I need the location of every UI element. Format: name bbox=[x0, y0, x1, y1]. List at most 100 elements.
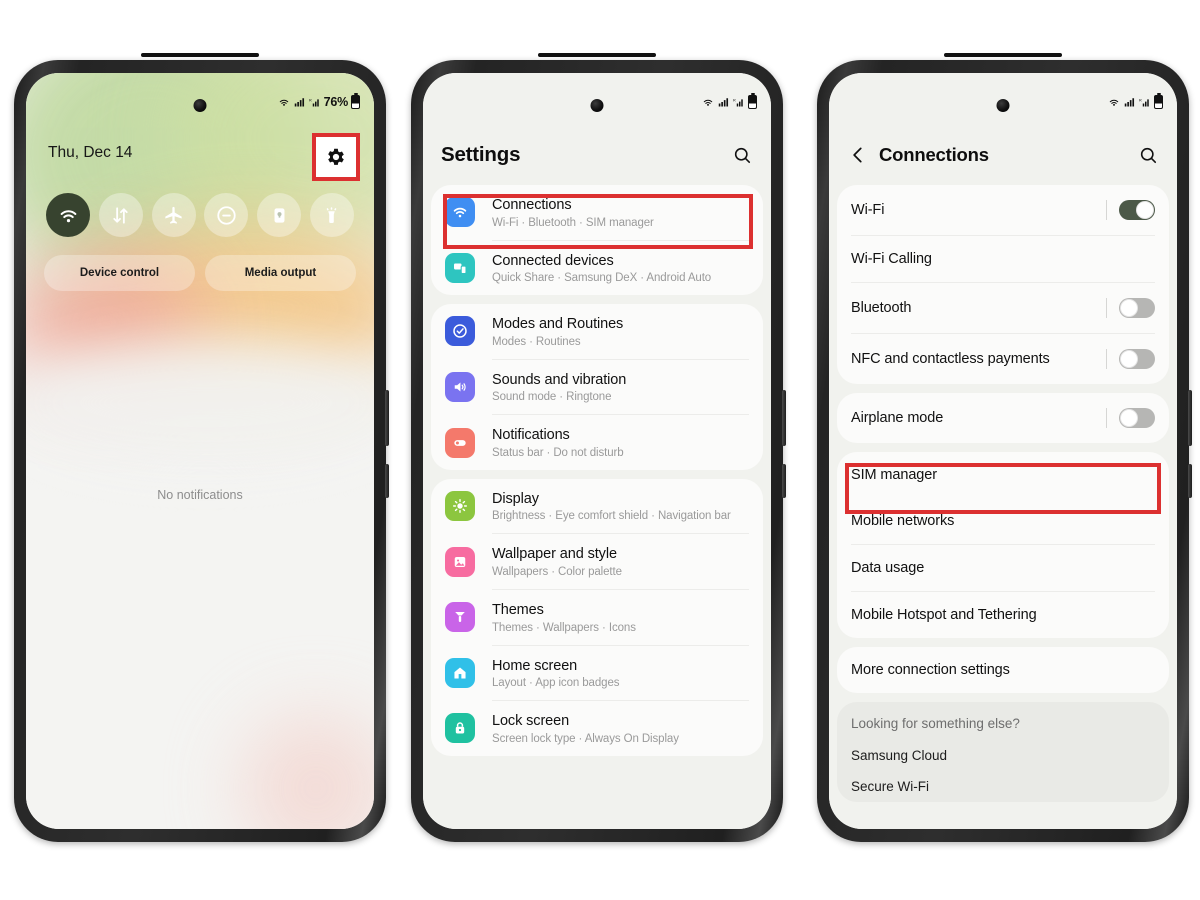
settings-item-themes[interactable]: Themes Themes · Wallpapers · Icons bbox=[431, 590, 763, 645]
quick-toggle-airplane-mode[interactable] bbox=[151, 193, 196, 237]
quick-toggle-wifi[interactable] bbox=[46, 193, 90, 237]
power-button[interactable] bbox=[1188, 464, 1192, 498]
item-label: Mobile Hotspot and Tethering bbox=[851, 607, 1037, 623]
connections-item-hotspot-tethering[interactable]: Mobile Hotspot and Tethering bbox=[837, 592, 1169, 638]
toggle-separator bbox=[1106, 349, 1107, 369]
settings-item-notifications[interactable]: Notifications Status bar · Do not distur… bbox=[431, 415, 763, 470]
item-label: NFC and contactless payments bbox=[851, 351, 1050, 367]
settings-item-sounds-and-vibration[interactable]: Sounds and vibration Sound mode · Ringto… bbox=[431, 360, 763, 415]
item-label: Bluetooth bbox=[851, 300, 912, 316]
settings-item-home-screen[interactable]: Home screen Layout · App icon badges bbox=[431, 646, 763, 701]
settings-item-lock-screen[interactable]: Lock screen Screen lock type · Always On… bbox=[431, 701, 763, 756]
flashlight-icon bbox=[327, 206, 337, 223]
brush-icon bbox=[445, 602, 475, 633]
bluetooth-toggle[interactable] bbox=[1119, 298, 1155, 318]
settings-gear-button[interactable] bbox=[312, 133, 360, 181]
connections-item-airplane-mode[interactable]: Airplane mode bbox=[837, 393, 1169, 443]
screenshot-canvas: R 76% Thu, Dec 14 Device control Media o… bbox=[0, 0, 1200, 900]
settings-item-subtitle: Layout · App icon badges bbox=[492, 677, 620, 690]
check-circle-icon bbox=[445, 316, 475, 347]
connections-list[interactable]: Wi-Fi Wi-Fi Calling Bluetooth NFC and co… bbox=[829, 185, 1177, 829]
settings-item-subtitle: Wi-Fi · Bluetooth · SIM manager bbox=[492, 216, 654, 229]
connections-item-wifi-calling[interactable]: Wi-Fi Calling bbox=[837, 236, 1169, 282]
page-title: Connections bbox=[879, 144, 989, 165]
quick-toggle-auto-rotate-lock[interactable] bbox=[257, 193, 302, 237]
airplane-mode-toggle[interactable] bbox=[1119, 408, 1155, 428]
phone-connections-list: R Connections Wi-Fi Wi-Fi Calling Blueto… bbox=[817, 53, 1192, 842]
connections-item-sim-manager[interactable]: SIM manager bbox=[837, 452, 1169, 498]
home-icon bbox=[445, 657, 475, 688]
settings-item-connections[interactable]: Connections Wi-Fi · Bluetooth · SIM mana… bbox=[431, 185, 763, 240]
connections-item-bluetooth[interactable]: Bluetooth bbox=[837, 283, 1169, 333]
status-bar-1: R 76% bbox=[277, 95, 360, 109]
connections-item-nfc[interactable]: NFC and contactless payments bbox=[837, 334, 1169, 384]
phone-settings-list: R Settings Connections Wi-Fi · Bluetooth… bbox=[411, 53, 786, 842]
quick-panel-header: Thu, Dec 14 bbox=[26, 133, 374, 181]
front-camera bbox=[193, 99, 207, 112]
power-button[interactable] bbox=[782, 464, 786, 498]
connections-item-data-usage[interactable]: Data usage bbox=[837, 545, 1169, 591]
item-label: Wi-Fi bbox=[851, 202, 885, 218]
device-control-chip[interactable]: Device control bbox=[44, 255, 195, 291]
connections-item-mobile-networks[interactable]: Mobile networks bbox=[837, 498, 1169, 544]
svg-text:R: R bbox=[309, 98, 312, 102]
earpiece-slit bbox=[538, 53, 656, 57]
toggle-separator bbox=[1106, 408, 1107, 428]
item-label: Wi-Fi Calling bbox=[851, 251, 932, 267]
settings-item-wallpaper-and-style[interactable]: Wallpaper and style Wallpapers · Color p… bbox=[431, 534, 763, 589]
connections-item-more-settings[interactable]: More connection settings bbox=[837, 647, 1169, 693]
power-button[interactable] bbox=[385, 464, 389, 498]
lock-icon bbox=[445, 713, 475, 744]
media-output-chip[interactable]: Media output bbox=[205, 255, 356, 291]
signal-icon bbox=[1124, 98, 1135, 107]
settings-title-bar: Settings bbox=[423, 129, 771, 181]
roaming-signal-icon: R bbox=[309, 98, 319, 107]
settings-item-display[interactable]: Display Brightness · Eye comfort shield … bbox=[431, 479, 763, 534]
settings-item-connected-devices[interactable]: Connected devices Quick Share · Samsung … bbox=[431, 241, 763, 296]
quick-toggle-flashlight[interactable] bbox=[309, 193, 354, 237]
rotation-lock-icon bbox=[274, 207, 285, 223]
nfc-toggle[interactable] bbox=[1119, 349, 1155, 369]
signal-icon bbox=[294, 98, 304, 107]
search-icon[interactable] bbox=[1138, 145, 1159, 166]
quick-panel-chips: Device control Media output bbox=[44, 255, 356, 291]
settings-item-title: Connected devices bbox=[492, 252, 614, 269]
back-chevron-icon[interactable] bbox=[847, 144, 869, 166]
search-icon[interactable] bbox=[732, 145, 753, 166]
settings-item-modes-and-routines[interactable]: Modes and Routines Modes · Routines bbox=[431, 304, 763, 359]
front-camera bbox=[996, 99, 1010, 112]
signal-icon bbox=[718, 98, 729, 107]
screen-1: R 76% Thu, Dec 14 Device control Media o… bbox=[26, 73, 374, 829]
footer-item-samsung-cloud[interactable]: Samsung Cloud bbox=[837, 740, 1169, 771]
quick-toggles-row bbox=[46, 193, 354, 237]
connections-group-1: Wi-Fi Wi-Fi Calling Bluetooth NFC and co… bbox=[837, 185, 1169, 384]
settings-item-subtitle: Themes · Wallpapers · Icons bbox=[492, 621, 636, 634]
wifi-icon bbox=[60, 209, 76, 222]
item-label: Airplane mode bbox=[851, 410, 944, 426]
footer-item-secure-wifi[interactable]: Secure Wi-Fi bbox=[837, 771, 1169, 802]
settings-category-list[interactable]: Connections Wi-Fi · Bluetooth · SIM mana… bbox=[423, 185, 771, 829]
gear-icon bbox=[328, 148, 344, 165]
settings-item-title: Wallpaper and style bbox=[492, 546, 617, 563]
battery-icon bbox=[351, 95, 360, 109]
item-label: SIM manager bbox=[851, 467, 937, 483]
quick-toggle-mobile-data[interactable] bbox=[98, 193, 143, 237]
settings-item-title: Themes bbox=[492, 601, 544, 618]
looking-for-something-else-section: Looking for something else? Samsung Clou… bbox=[837, 702, 1169, 802]
settings-item-subtitle: Brightness · Eye comfort shield · Naviga… bbox=[492, 510, 731, 523]
quick-panel-background bbox=[26, 73, 374, 829]
wifi-icon bbox=[1109, 99, 1119, 106]
connections-item-wifi[interactable]: Wi-Fi bbox=[837, 185, 1169, 235]
quick-toggle-do-not-disturb[interactable] bbox=[204, 193, 249, 237]
settings-item-subtitle: Wallpapers · Color palette bbox=[492, 565, 622, 578]
footer-heading: Looking for something else? bbox=[851, 716, 1020, 731]
volume-button[interactable] bbox=[385, 390, 389, 446]
svg-text:R: R bbox=[1139, 98, 1142, 102]
volume-button[interactable] bbox=[782, 390, 786, 446]
item-label: Mobile networks bbox=[851, 513, 955, 529]
wifi-toggle[interactable] bbox=[1119, 200, 1155, 220]
settings-item-title: Connections bbox=[492, 197, 572, 213]
front-camera bbox=[590, 99, 604, 112]
sun-icon bbox=[445, 491, 475, 522]
volume-button[interactable] bbox=[1188, 390, 1192, 446]
